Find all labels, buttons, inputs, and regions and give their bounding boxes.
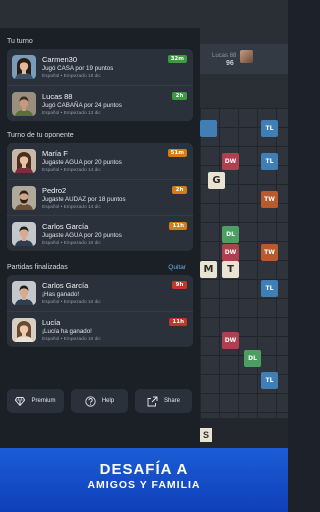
player-name: María F xyxy=(42,149,68,158)
premium-button[interactable]: Premium xyxy=(7,389,64,413)
board-tile: M xyxy=(200,261,217,278)
promo-banner: DESAFÍA A AMIGOS Y FAMILIA xyxy=(0,448,288,512)
help-label: Help xyxy=(101,398,115,404)
finished-games-card: Carlos García ¡Has ganado! Español • Empez… xyxy=(7,275,193,347)
bonus-square-tl: TL xyxy=(261,120,278,137)
game-meta: Español • Empezado 18 dic xyxy=(42,74,101,79)
bonus-square-dl: DL xyxy=(222,226,239,243)
avatar xyxy=(12,92,36,116)
time-badge: 2h xyxy=(172,186,187,194)
your-turn-card: Carmen30 Jugó CASA por 19 puntos Español •… xyxy=(7,49,193,121)
section-finished: Partidas finalizadas xyxy=(7,264,68,271)
share-icon xyxy=(147,396,158,407)
section-opponent-turn: Turno de tu oponente xyxy=(7,132,74,139)
time-badge: 2h xyxy=(172,92,187,100)
bonus-square-dw: DW xyxy=(222,244,239,261)
last-move: Jugaste AGUA por 20 puntos xyxy=(42,232,122,239)
game-meta: Español • Empezado 14 dic xyxy=(42,168,101,173)
last-move: ¡Has ganado! xyxy=(42,291,80,298)
game-meta: Español • Empezado 14 dic xyxy=(42,205,101,210)
player-name: Lucas 88 xyxy=(42,92,73,101)
game-meta: Español • Empezado 10 dic xyxy=(42,300,101,305)
game-row[interactable]: María F Jugaste AGUA por 20 puntos Español… xyxy=(7,143,193,179)
help-button[interactable]: Help xyxy=(71,389,128,413)
question-icon xyxy=(85,395,96,407)
last-move: Jugaste AUDAZ por 18 puntos xyxy=(42,196,126,203)
section-your-turn: Tu turno xyxy=(7,38,33,45)
bonus-square-tl: TL xyxy=(261,153,278,170)
tile-rack xyxy=(200,418,288,448)
player-name: Carlos García xyxy=(42,222,89,231)
avatar xyxy=(12,281,36,305)
avatar xyxy=(12,318,36,342)
player-name: Pedro2 xyxy=(42,186,67,195)
game-row[interactable]: Lucía ¡Lucía ha ganado! Español • Empezado… xyxy=(7,311,193,347)
game-meta: Español • Empezado 13 dic xyxy=(42,111,101,116)
time-badge: 32m xyxy=(167,55,187,63)
board-tile: T xyxy=(222,261,239,278)
games-drawer: Tu turno Carmen30 Jugó CASA por 19 puntos… xyxy=(0,28,200,448)
board-tile: G xyxy=(208,172,225,189)
game-meta: Español • Empezado 10 dic xyxy=(42,241,101,246)
player-name: Carlos García xyxy=(42,281,89,290)
avatar xyxy=(12,222,36,246)
avatar xyxy=(12,55,36,79)
promo-subtitle: AMIGOS Y FAMILIA xyxy=(87,479,201,491)
premium-label: Premium xyxy=(31,398,56,404)
last-move: Jugó CASA por 19 puntos xyxy=(42,65,114,72)
opponent-score: 96 xyxy=(226,60,234,67)
bonus-square-tl: TL xyxy=(261,280,278,297)
bonus-square-tw: TW xyxy=(261,244,278,261)
last-move: Jugó CABAÑA por 24 puntos xyxy=(42,102,122,109)
opponent-avatar xyxy=(240,50,253,63)
time-badge: 11h xyxy=(169,222,187,230)
diamond-icon xyxy=(15,396,26,406)
game-row[interactable]: Pedro2 Jugaste AUDAZ por 18 puntos Español… xyxy=(7,179,193,215)
promo-title: DESAFÍA A xyxy=(99,461,189,478)
game-row[interactable]: Lucas 88 Jugó CABAÑA por 24 puntos Español… xyxy=(7,85,193,121)
time-badge: 9h xyxy=(172,281,187,289)
game-row[interactable]: Carlos García ¡Has ganado! Español • Empez… xyxy=(7,275,193,311)
quit-link[interactable]: Quitar xyxy=(168,264,186,271)
share-button[interactable]: Share xyxy=(135,389,192,413)
time-badge: 51m xyxy=(167,149,187,157)
game-meta: Español • Empezado 10 dic xyxy=(42,337,101,342)
share-label: Share xyxy=(163,398,180,404)
player-name: Carmen30 xyxy=(42,55,78,64)
bonus-square-tl xyxy=(200,120,217,137)
opponent-name: Lucas 88 xyxy=(212,53,237,59)
game-row[interactable]: Carlos García Jugaste AGUA por 20 puntos E… xyxy=(7,215,193,251)
bonus-square-tl: TL xyxy=(261,372,278,389)
game-row[interactable]: Carmen30 Jugó CASA por 19 puntos Español •… xyxy=(7,49,193,85)
bonus-square-dl: DL xyxy=(244,350,261,367)
rack-tile: S xyxy=(200,428,212,442)
last-move: Jugaste AGUA por 20 puntos xyxy=(42,159,122,166)
bonus-square-dw: DW xyxy=(222,332,239,349)
opponent-turn-card: María F Jugaste AGUA por 20 puntos Español… xyxy=(7,143,193,251)
avatar xyxy=(12,186,36,210)
bonus-square-tw: TW xyxy=(261,191,278,208)
player-name: Lucía xyxy=(42,318,61,327)
avatar xyxy=(12,149,36,173)
last-move: ¡Lucía ha ganado! xyxy=(42,328,92,335)
bonus-square-dw: DW xyxy=(222,153,239,170)
time-badge: 11h xyxy=(169,318,187,326)
